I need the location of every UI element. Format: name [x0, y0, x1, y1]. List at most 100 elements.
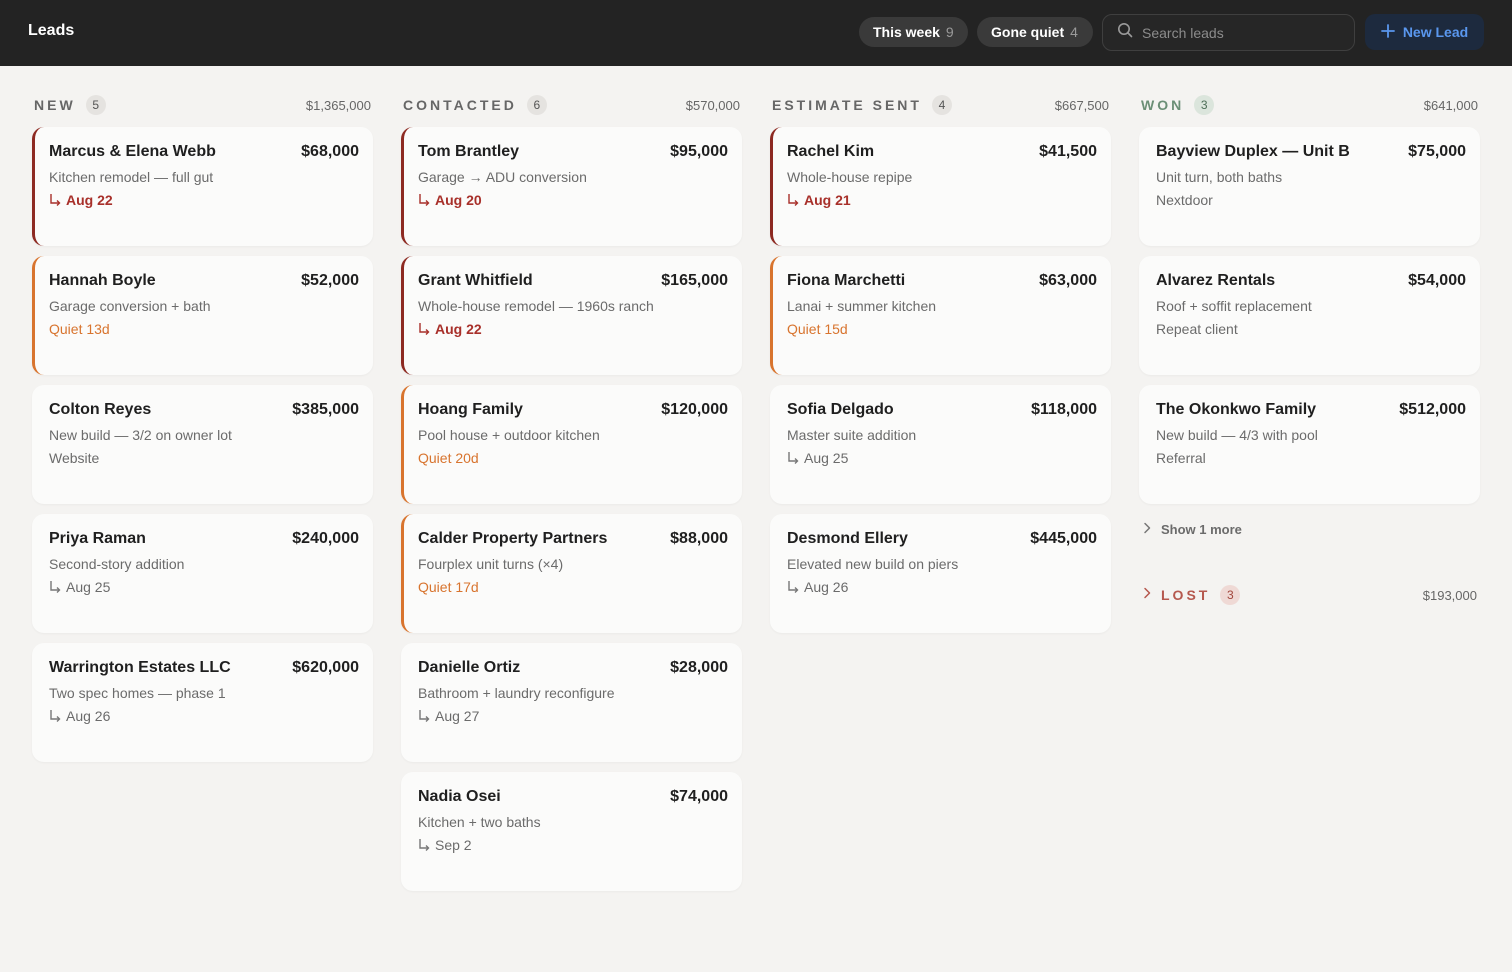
lead-name: Alvarez Rentals: [1156, 272, 1276, 289]
lead-card[interactable]: Desmond Ellery $445,000 Elevated new build…: [770, 514, 1111, 633]
new-lead-button[interactable]: New Lead: [1365, 14, 1484, 50]
plus-icon: [1380, 23, 1395, 41]
lead-card[interactable]: Warrington Estates LLC $620,000 Two spec h…: [32, 643, 373, 762]
column-count: 3: [1194, 95, 1215, 115]
lead-description: Whole-house remodel — 1960s ranch: [418, 298, 654, 314]
lead-description: Garage conversion + bath: [49, 298, 211, 314]
search-icon: [1117, 22, 1133, 43]
lost-column-total: $193,000: [1422, 587, 1477, 603]
lead-description: New build — 3/2 on owner lot: [49, 427, 232, 443]
lead-name: Fiona Marchetti: [787, 272, 906, 289]
lead-meta-text: Quiet 20d: [418, 450, 479, 466]
filter-label: This week: [873, 24, 940, 40]
chevron-right-icon: [1143, 522, 1151, 537]
lead-name: Hoang Family: [418, 401, 523, 418]
lead-meta-text: Aug 26: [66, 708, 111, 724]
lead-card[interactable]: Hoang Family $120,000 Pool house + outdoor…: [401, 385, 742, 504]
lead-meta-text: Aug 22: [435, 321, 482, 337]
lead-meta: Aug 22: [49, 192, 113, 208]
lead-card[interactable]: Hannah Boyle $52,000 Garage conversion + b…: [32, 256, 373, 375]
follow-up-icon: [49, 193, 62, 207]
lead-description: Whole-house repipe: [787, 169, 913, 185]
lead-value: $620,000: [292, 659, 359, 676]
lead-value: $445,000: [1030, 530, 1097, 547]
lead-meta: Aug 22: [418, 321, 482, 337]
lead-value: $52,000: [301, 272, 359, 289]
lead-name: Bayview Duplex — Unit B: [1156, 143, 1350, 160]
lead-meta-text: Sep 2: [435, 837, 472, 853]
lead-meta: Quiet 17d: [418, 579, 479, 595]
lead-meta-text: Aug 21: [804, 192, 851, 208]
lead-card[interactable]: Nadia Osei $74,000 Kitchen + two baths Sep …: [401, 772, 742, 891]
lead-card[interactable]: The Okonkwo Family $512,000 New build — 4/…: [1139, 385, 1480, 504]
new-lead-label: New Lead: [1402, 24, 1469, 40]
lead-card[interactable]: Calder Property Partners $88,000 Fourplex …: [401, 514, 742, 633]
lead-meta: Website: [49, 450, 99, 466]
lead-name: Colton Reyes: [49, 401, 152, 418]
lead-name: Warrington Estates LLC: [49, 659, 231, 676]
lead-description: New build — 4/3 with pool: [1156, 427, 1318, 443]
lead-meta-text: Referral: [1156, 450, 1206, 466]
lead-meta-text: Aug 22: [66, 192, 113, 208]
lead-card[interactable]: Bayview Duplex — Unit B $75,000 Unit turn,…: [1139, 127, 1480, 246]
lead-meta: Repeat client: [1156, 321, 1238, 337]
filter-count: 4: [1070, 24, 1078, 40]
lead-name: Tom Brantley: [418, 143, 520, 160]
lead-card[interactable]: Rachel Kim $41,500 Whole-house repipe Aug 2…: [770, 127, 1111, 246]
column-header-contacted: CONTACTED 6 $570,000: [403, 93, 740, 117]
lead-card[interactable]: Tom Brantley $95,000 Garage → ADU conversi…: [401, 127, 742, 246]
lead-card[interactable]: Colton Reyes $385,000 New build — 3/2 on o…: [32, 385, 373, 504]
lead-name: Grant Whitfield: [418, 272, 533, 289]
lead-description: Bathroom + laundry reconfigure: [418, 685, 615, 701]
lead-card[interactable]: Marcus & Elena Webb $68,000 Kitchen remode…: [32, 127, 373, 246]
lead-card[interactable]: Fiona Marchetti $63,000 Lanai + summer kit…: [770, 256, 1111, 375]
search-box[interactable]: [1102, 14, 1355, 51]
lead-meta: Aug 26: [49, 708, 110, 724]
page-title: Leads: [28, 22, 75, 39]
top-bar: Leads This week 9 Gone quiet 4 New Lead: [0, 0, 1512, 66]
lead-value: $75,000: [1408, 143, 1466, 160]
lead-meta-text: Quiet 15d: [787, 321, 848, 337]
lead-name: Priya Raman: [49, 530, 146, 547]
lead-description: Second-story addition: [49, 556, 185, 572]
lead-value: $385,000: [292, 401, 359, 418]
filter-label: Gone quiet: [991, 24, 1065, 40]
lead-meta-text: Aug 27: [435, 708, 480, 724]
lead-meta: Nextdoor: [1156, 192, 1213, 208]
follow-up-icon: [787, 193, 800, 207]
lead-name: Desmond Ellery: [787, 530, 908, 547]
lead-description: Elevated new build on piers: [787, 556, 959, 572]
lead-name: Rachel Kim: [787, 143, 875, 160]
lead-name: Marcus & Elena Webb: [49, 143, 216, 160]
lead-value: $68,000: [301, 143, 359, 160]
lead-description: Kitchen + two baths: [418, 814, 541, 830]
lead-meta-text: Aug 26: [804, 579, 849, 595]
lead-card[interactable]: Priya Raman $240,000 Second-story addition…: [32, 514, 373, 633]
column-header-new: NEW 5 $1,365,000: [34, 93, 371, 117]
lead-value: $165,000: [661, 272, 728, 289]
column-count: 5: [85, 95, 106, 115]
lead-value: $512,000: [1399, 401, 1466, 418]
column-name: ESTIMATE SENT: [772, 97, 922, 113]
lost-column-header[interactable]: LOST 3 $193,000: [1143, 583, 1477, 607]
filter-this-week-button[interactable]: This week 9: [859, 17, 968, 47]
lead-meta: Sep 2: [418, 837, 472, 853]
lead-card[interactable]: Danielle Ortiz $28,000 Bathroom + laundry …: [401, 643, 742, 762]
column-count: 6: [526, 95, 547, 115]
follow-up-icon: [787, 451, 800, 465]
show-more-button[interactable]: Show 1 more: [1143, 522, 1242, 537]
follow-up-icon: [418, 709, 431, 723]
follow-up-icon: [49, 580, 62, 594]
lead-card[interactable]: Alvarez Rentals $54,000 Roof + soffit repl…: [1139, 256, 1480, 375]
lead-card[interactable]: Sofia Delgado $118,000 Master suite additi…: [770, 385, 1111, 504]
lead-meta: Aug 25: [49, 579, 110, 595]
lead-value: $74,000: [670, 788, 728, 805]
follow-up-icon: [418, 838, 431, 852]
lead-meta: Aug 21: [787, 192, 851, 208]
search-input[interactable]: [1142, 24, 1342, 41]
lead-meta-text: Quiet 17d: [418, 579, 479, 595]
lead-name: Hannah Boyle: [49, 272, 156, 289]
lead-value: $118,000: [1031, 401, 1097, 418]
lead-card[interactable]: Grant Whitfield $165,000 Whole-house remod…: [401, 256, 742, 375]
filter-gone-quiet-button[interactable]: Gone quiet 4: [977, 17, 1093, 47]
